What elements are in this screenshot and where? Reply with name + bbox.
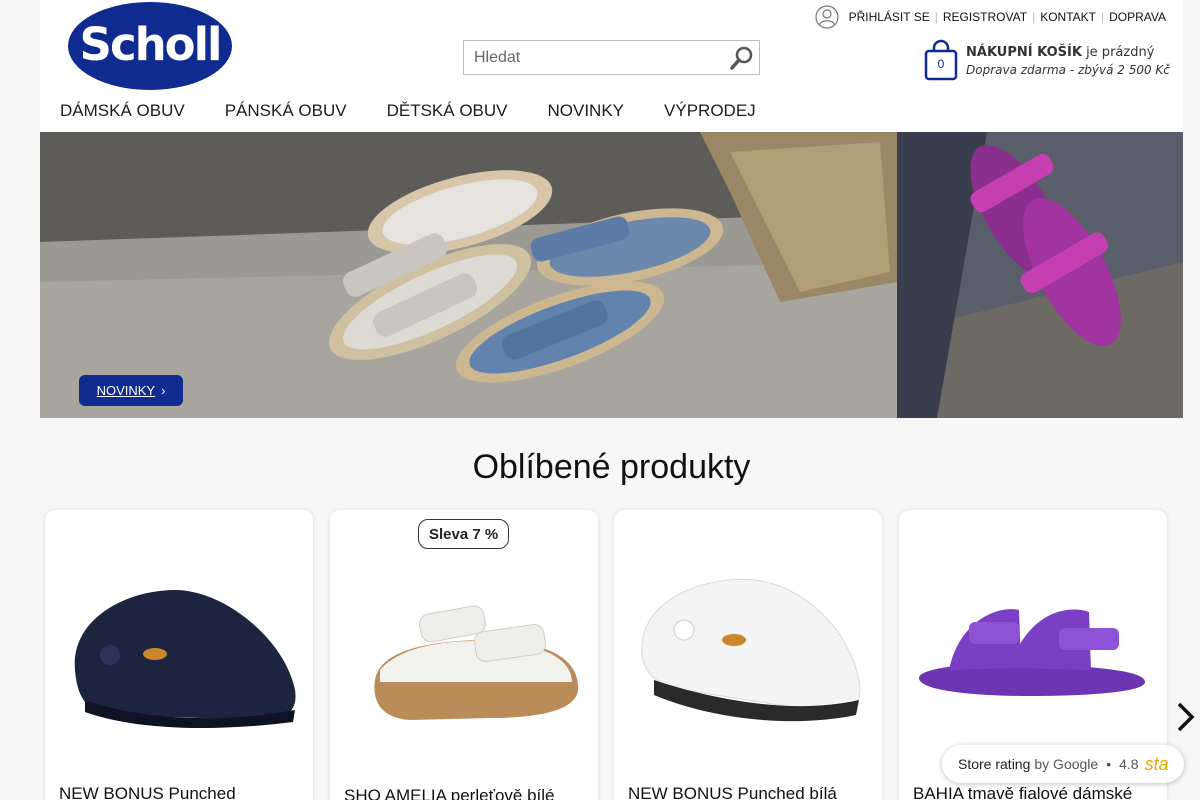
shopping-cart[interactable]: 0 NÁKUPNÍ KOŠÍK je prázdný Doprava zdarm… xyxy=(924,39,1184,83)
cart-title: NÁKUPNÍ KOŠÍK je prázdný xyxy=(966,45,1154,60)
shipping-link[interactable]: DOPRAVA xyxy=(1104,10,1171,24)
nav-new-arrivals[interactable]: NOVINKY xyxy=(548,101,625,121)
side-banner-sandals-image xyxy=(897,132,1183,418)
rating-separator: • xyxy=(1106,756,1112,772)
scholl-logo[interactable]: Scholl xyxy=(68,2,232,90)
side-banner[interactable] xyxy=(897,132,1183,418)
rating-stars: sta xyxy=(1144,753,1169,774)
rating-label: Store rating xyxy=(958,756,1031,772)
banner-button-label: NOVINKY xyxy=(96,383,156,398)
nav-womens-shoes[interactable]: DÁMSKÁ OBUV xyxy=(60,101,185,121)
product-image-clog-navy xyxy=(74,590,296,728)
top-links: PŘIHLÁSIT SE | REGISTROVAT | KONTAKT | D… xyxy=(814,5,1171,29)
popular-products-title: Oblíbené produkty xyxy=(472,448,751,486)
search-input[interactable] xyxy=(464,41,714,74)
logo-text: Scholl xyxy=(79,17,223,71)
banner-new-arrivals-button[interactable]: NOVINKY › xyxy=(79,375,183,406)
product-card[interactable]: Sleva 7 % SHO AMELIA perleťově bílé xyxy=(330,510,598,800)
main-nav: DÁMSKÁ OBUV PÁNSKÁ OBUV DĚTSKÁ OBUV NOVI… xyxy=(60,101,796,121)
store-rating-widget[interactable]: Store rating by Google • 4.8 sta xyxy=(942,745,1184,783)
register-link[interactable]: REGISTROVAT xyxy=(938,10,1032,24)
rating-score: 4.8 xyxy=(1119,756,1139,772)
search-box xyxy=(463,40,760,75)
nav-sale[interactable]: VÝPRODEJ xyxy=(664,101,756,121)
cart-title-bold: NÁKUPNÍ KOŠÍK xyxy=(966,45,1082,60)
contact-link[interactable]: KONTAKT xyxy=(1035,10,1101,24)
nav-mens-shoes[interactable]: PÁNSKÁ OBUV xyxy=(225,101,347,121)
search-icon[interactable] xyxy=(729,45,755,71)
chevron-right-icon: › xyxy=(161,383,166,398)
product-card[interactable]: NEW BONUS Punched bílá xyxy=(614,510,882,800)
product-card[interactable]: NEW BONUS Punched xyxy=(45,510,313,800)
cart-count: 0 xyxy=(937,57,945,71)
rating-source: by Google xyxy=(1034,756,1099,772)
product-name[interactable]: NEW BONUS Punched xyxy=(59,784,299,800)
nav-kids-shoes[interactable]: DĚTSKÁ OBUV xyxy=(387,101,508,121)
cart-title-rest: je prázdný xyxy=(1081,45,1155,60)
product-image-sandal-purple xyxy=(919,609,1145,696)
product-name[interactable]: BAHIA tmavě fialové dámské xyxy=(913,784,1153,800)
discount-badge: Sleva 7 % xyxy=(418,519,510,549)
site-header: Scholl PŘIHLÁSIT SE | REGISTROVAT | KONT… xyxy=(40,0,1183,132)
cart-shipping-note: Doprava zdarma - zbývá 2 500 Kč xyxy=(966,63,1170,77)
product-name[interactable]: NEW BONUS Punched bílá xyxy=(628,784,868,800)
carousel-next-icon[interactable] xyxy=(1172,700,1200,734)
product-image-clog-white xyxy=(641,578,861,722)
user-icon[interactable] xyxy=(814,5,839,29)
login-link[interactable]: PŘIHLÁSIT SE xyxy=(844,10,935,24)
product-name[interactable]: SHO AMELIA perleťově bílé xyxy=(344,786,584,800)
product-image-sandal-white xyxy=(374,605,579,720)
hero-banner[interactable]: NOVINKY › xyxy=(40,132,897,418)
